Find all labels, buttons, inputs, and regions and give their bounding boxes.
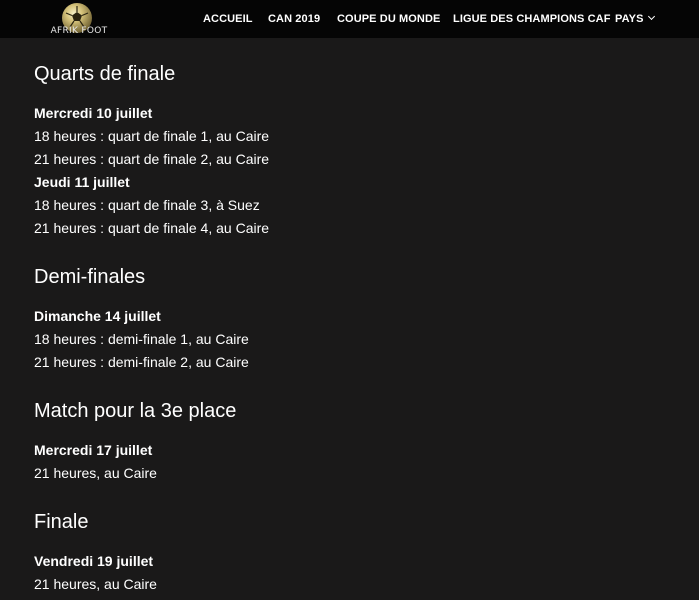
nav-accueil[interactable]: ACCUEIL xyxy=(203,13,253,25)
match-line: 18 heures : quart de finale 3, à Suez xyxy=(34,197,260,213)
match-line: 18 heures : quart de finale 1, au Caire xyxy=(34,128,270,144)
nav-coupe-du-monde[interactable]: COUPE DU MONDE xyxy=(337,13,440,25)
nav-can-2019[interactable]: CAN 2019 xyxy=(268,13,320,25)
match-line: 21 heures : demi-finale 2, au Caire xyxy=(34,354,249,370)
match-line: 21 heures : quart de finale 2, au Caire xyxy=(34,151,270,167)
match-line: 18 heures : demi-finale 1, au Caire xyxy=(34,331,249,347)
match-line: 21 heures, au Caire xyxy=(34,465,157,481)
section-title-demi: Demi-finales xyxy=(34,266,146,288)
day-heading: Mercredi 10 juillet xyxy=(34,105,153,121)
nav-pays[interactable]: PAYS xyxy=(615,12,655,25)
day-heading: Mercredi 17 juillet xyxy=(34,442,153,458)
match-line: 21 heures : quart de finale 4, au Caire xyxy=(34,220,270,236)
logo-text: AFRIK FOOT xyxy=(50,26,108,36)
nav-pays-label: PAYS xyxy=(615,13,644,25)
section-title-finale: Finale xyxy=(34,511,89,533)
top-navigation-bar: AFRIK FOOT ACCUEIL CAN 2019 COUPE DU MON… xyxy=(0,0,699,38)
day-heading: Dimanche 14 juillet xyxy=(34,308,161,324)
match-line: 21 heures, au Caire xyxy=(34,576,157,592)
day-heading: Jeudi 11 juillet xyxy=(34,174,130,190)
chevron-down-icon xyxy=(647,12,655,21)
site-logo[interactable]: AFRIK FOOT xyxy=(48,3,110,37)
day-heading: Vendredi 19 juillet xyxy=(34,553,154,569)
nav-ligue-des-champions-caf[interactable]: LIGUE DES CHAMPIONS CAF xyxy=(453,13,611,25)
section-title-quarts: Quarts de finale xyxy=(34,63,176,85)
section-title-troisieme-place: Match pour la 3e place xyxy=(34,400,237,422)
